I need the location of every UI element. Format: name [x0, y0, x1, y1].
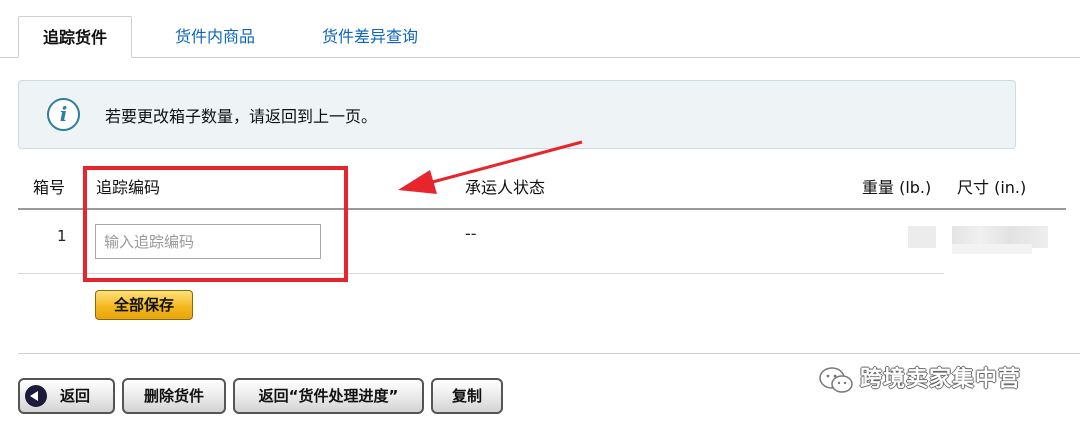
return-progress-button[interactable]: 返回“货件处理进度”	[233, 378, 424, 414]
back-button[interactable]: 返回	[18, 378, 115, 414]
save-all-button[interactable]: 全部保存	[95, 290, 193, 320]
tab-track-shipment[interactable]: 追踪货件	[18, 16, 132, 58]
delete-shipment-button[interactable]: 删除货件	[122, 378, 226, 414]
arrow-left-icon	[25, 385, 47, 407]
back-button-label: 返回	[60, 387, 91, 405]
wechat-icon	[819, 367, 853, 393]
copy-button[interactable]: 复制	[431, 378, 503, 414]
footer-divider	[18, 353, 1080, 354]
watermark-text: 跨境卖家集中营	[860, 367, 1022, 392]
